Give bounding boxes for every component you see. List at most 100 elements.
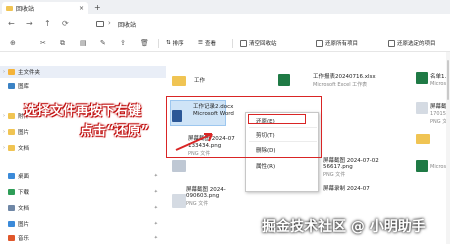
file-type: PNG 文 — [430, 119, 448, 125]
navigation-pane: › 主文件夹 图库 › 附件 › 图片 › 文档 桌面 ✦ 下载 ✦ 文档 ✦ … — [0, 52, 166, 244]
sidebar-item-label: 音乐 — [18, 236, 30, 242]
sort-label: 排序 — [172, 41, 184, 47]
command-bar: ⊕ ✂ ⧉ ▤ ✎ ⇪ 🗑 ⇅ 排序 ☰ 查看 清空回收站 还原所有项目 还原选… — [0, 34, 450, 52]
expand-icon[interactable]: › — [0, 113, 8, 119]
expand-icon[interactable]: › — [0, 69, 8, 75]
paste-icon[interactable]: ▤ — [80, 39, 87, 47]
folder-icon[interactable] — [172, 76, 186, 86]
copy-icon[interactable]: ⧉ — [60, 39, 65, 48]
file-type: Micros — [430, 164, 447, 170]
sidebar-item-label: 桌面 — [18, 174, 30, 180]
watermark: 掘金技术社区 @ 小明助手 — [262, 219, 426, 235]
tab-bar: 回收站 × + — [0, 0, 450, 14]
image-thumbnail[interactable] — [172, 194, 186, 208]
cut-icon[interactable]: ✂ — [40, 39, 46, 47]
file-type: Micros — [430, 81, 447, 87]
sidebar-item-label: 主文件夹 — [18, 70, 41, 76]
share-icon[interactable]: ⇪ — [120, 39, 126, 47]
excel-icon[interactable] — [278, 74, 290, 86]
sort-icon: ⇅ — [166, 40, 171, 46]
image-thumbnail[interactable] — [416, 102, 428, 114]
instruction-text-line1: 选择文件再按下右键 — [24, 104, 142, 119]
refresh-icon[interactable]: ⟳ — [62, 19, 69, 28]
sidebar-item-gallery[interactable]: 图库 — [0, 80, 166, 92]
restore-selected-button[interactable]: 还原选定的项目 — [388, 39, 436, 47]
file-explorer-window: 回收站 × + ← → ↑ ⟳ › 回收站 ⊕ ✂ ⧉ ▤ ✎ ⇪ 🗑 ⇅ 排序… — [0, 0, 450, 244]
view-icon: ☰ — [198, 40, 203, 46]
restore-all-button[interactable]: 还原所有项目 — [316, 39, 358, 47]
sidebar-item-label: 文档 — [18, 206, 30, 212]
file-name[interactable]: 屏幕录制 2024-07 — [323, 186, 370, 193]
address-row: ← → ↑ ⟳ › 回收站 — [0, 14, 450, 34]
restore-selected-icon — [388, 39, 395, 47]
up-icon[interactable]: ↑ — [44, 19, 51, 28]
sidebar-item-label: 下载 — [18, 190, 30, 196]
file-name[interactable]: 56617.png — [323, 164, 353, 171]
folder-icon — [8, 113, 15, 119]
restore-all-label: 还原所有项目 — [325, 41, 359, 47]
file-name[interactable]: 090603.png — [186, 193, 219, 200]
sidebar-item-label: 图片 — [18, 222, 30, 228]
home-icon — [8, 69, 15, 75]
sidebar-item-docs[interactable]: › 文档 — [0, 142, 166, 154]
back-icon[interactable]: ← — [8, 19, 15, 28]
recycle-bin-icon — [6, 5, 13, 11]
folder-icon — [8, 145, 15, 151]
instruction-text-line2: 点击“还原” — [80, 124, 150, 139]
pin-icon: ✦ — [153, 189, 158, 195]
sidebar-item-label: 图片 — [18, 130, 30, 136]
sidebar-item-pictures[interactable]: 图片 ✦ — [0, 218, 166, 230]
toolbar-divider — [232, 39, 233, 48]
documents-icon — [8, 205, 15, 211]
close-tab-icon[interactable]: × — [79, 5, 84, 12]
file-type: PNG 文件 — [186, 201, 209, 207]
image-thumbnail[interactable] — [172, 160, 186, 172]
folder-icon[interactable] — [416, 134, 430, 144]
excel-icon[interactable] — [416, 160, 428, 172]
tab-title: 回收站 — [16, 5, 35, 13]
delete-icon[interactable]: 🗑 — [140, 39, 149, 47]
empty-recycle-bin-button[interactable]: 清空回收站 — [240, 39, 277, 47]
toolbar-divider — [158, 39, 159, 48]
add-tab-icon[interactable]: + — [94, 3, 101, 12]
file-name[interactable]: 工作报表20240716.xlsx — [313, 74, 376, 81]
rename-icon[interactable]: ✎ — [100, 39, 106, 47]
address-bar[interactable]: 回收站 — [118, 20, 136, 29]
pin-icon: ✦ — [153, 235, 158, 241]
expand-icon[interactable]: › — [0, 129, 8, 135]
view-button[interactable]: ☰ 查看 — [198, 39, 216, 47]
restore-all-icon — [316, 39, 323, 47]
sidebar-item-label: 图库 — [18, 84, 30, 90]
sidebar-item-home[interactable]: › 主文件夹 — [0, 66, 166, 78]
file-name[interactable]: 屏幕截 — [430, 104, 447, 111]
folder-icon — [8, 129, 15, 135]
restore-selected-label: 还原选定的项目 — [397, 41, 436, 47]
sort-button[interactable]: ⇅ 排序 — [166, 39, 184, 47]
music-icon — [8, 235, 15, 241]
sidebar-item-downloads[interactable]: 下载 ✦ — [0, 186, 166, 198]
file-type: Microsoft Excel 工作表 — [313, 82, 368, 88]
pin-icon: ✦ — [153, 205, 158, 211]
sidebar-item-documents[interactable]: 文档 ✦ — [0, 202, 166, 214]
pin-icon: ✦ — [153, 221, 158, 227]
tab-recycle-bin[interactable]: 回收站 × — [2, 2, 88, 14]
pin-icon: ✦ — [153, 173, 158, 179]
desktop-icon — [8, 173, 15, 179]
expand-icon[interactable]: › — [0, 145, 8, 151]
sidebar-item-music[interactable]: 音乐 ✦ — [0, 232, 166, 244]
chevron-right-icon[interactable]: › — [108, 19, 111, 27]
new-icon[interactable]: ⊕ — [10, 39, 16, 47]
scrollbar-thumb[interactable] — [447, 60, 449, 100]
view-label: 查看 — [204, 41, 216, 47]
forward-icon[interactable]: → — [26, 19, 33, 28]
restore-highlight-box — [248, 114, 306, 124]
gallery-icon — [8, 83, 15, 89]
file-type: 17015 — [430, 111, 446, 117]
sidebar-item-desktop[interactable]: 桌面 ✦ — [0, 170, 166, 182]
menu-item-properties[interactable]: 属性(R) — [256, 162, 275, 170]
file-type: PNG 文件 — [323, 172, 346, 178]
download-icon — [8, 189, 15, 195]
excel-icon[interactable] — [416, 72, 428, 84]
annotation-arrow — [175, 133, 213, 151]
file-name[interactable]: 工作 — [194, 78, 205, 85]
